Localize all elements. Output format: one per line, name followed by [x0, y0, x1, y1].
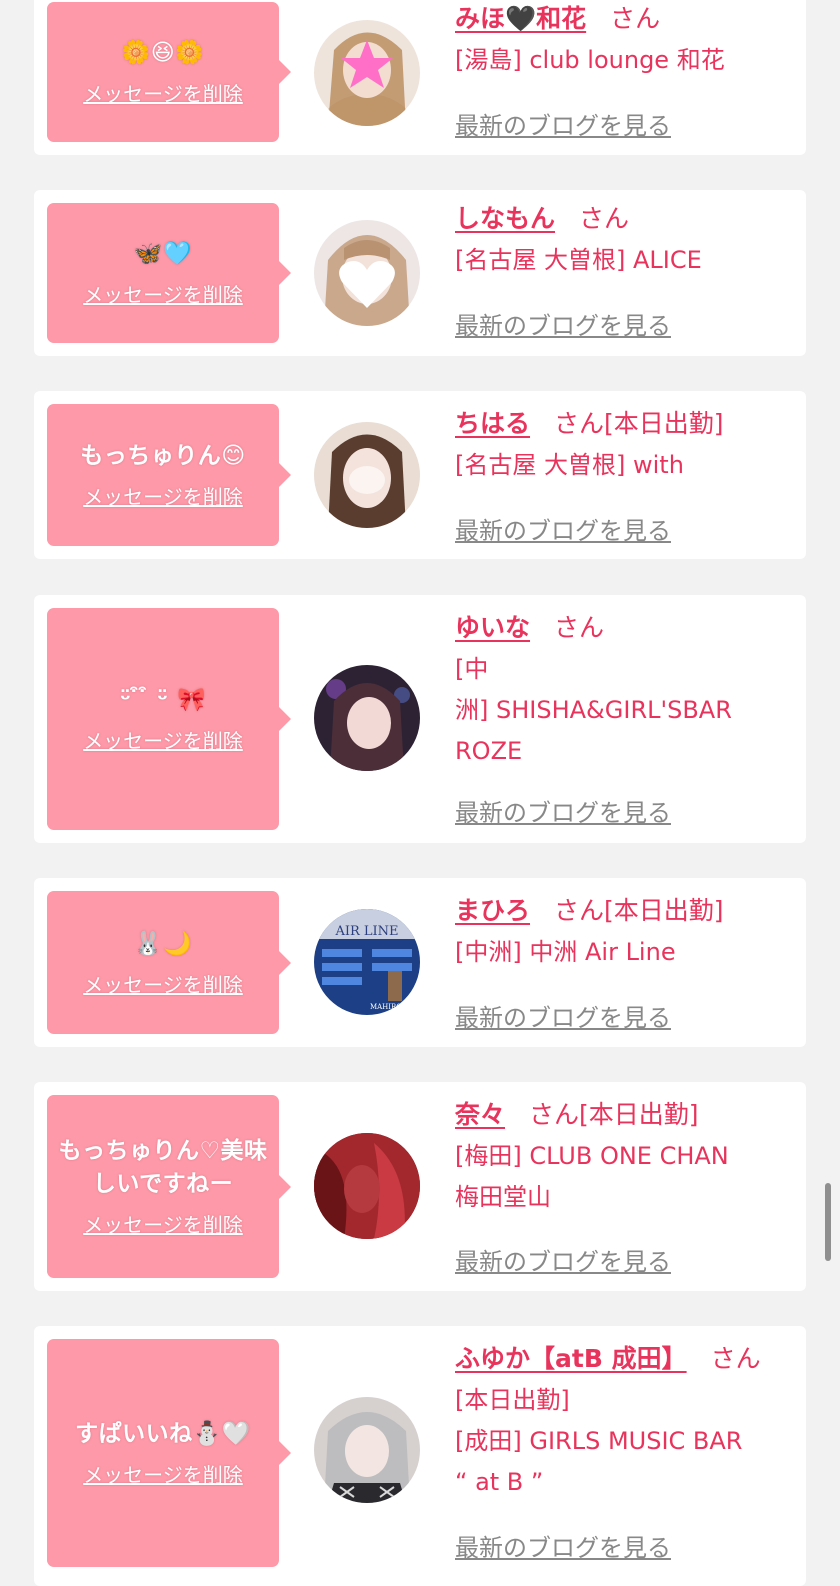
today-badge: [本日出勤] [604, 409, 724, 438]
latest-blog-link[interactable]: 最新のブログを見る [455, 306, 671, 341]
avatar[interactable]: AIR LINE MAHIRO [314, 909, 420, 1015]
honorific: さん [529, 1100, 580, 1129]
message-card: 🐰🌙 メッセージを削除 AIR LINE MAHIRO まひろ さん[本日出勤] … [34, 878, 806, 1047]
shop-name: [湯島] club lounge 和花 [455, 46, 725, 74]
avatar-card-title: AIR LINE [334, 924, 398, 939]
delete-message-link[interactable]: メッセージを削除 [83, 481, 243, 510]
delete-message-link[interactable]: メッセージを削除 [83, 279, 243, 308]
girl-name-link[interactable]: ゆいな [455, 613, 534, 642]
message-text: 🐰🌙 [133, 930, 193, 957]
message-text: ᵕ̈ ͒ ͒ ᵕ̈ 🎀 [119, 687, 207, 713]
latest-blog-link[interactable]: 最新のブログを見る [455, 106, 671, 141]
girl-info: みほ🖤和花 さん [湯島] club lounge 和花 [455, 2, 795, 81]
honorific: さん [554, 409, 605, 438]
avatar[interactable] [314, 1397, 420, 1503]
honorific: さん [610, 4, 661, 33]
message-text: すぱいいね⛄️🤍 [75, 1421, 251, 1447]
avatar[interactable] [314, 220, 420, 326]
honorific: さん [579, 204, 630, 233]
latest-blog-link[interactable]: 最新のブログを見る [455, 1528, 671, 1563]
message-card: もっちゅりん😊 メッセージを削除 ちはる さん[本日出勤] [名古屋 大曽根] w… [34, 391, 806, 559]
avatar[interactable] [314, 422, 420, 528]
girl-name-link[interactable]: ふゆか【atB 成田】 [455, 1344, 691, 1373]
delete-message-link[interactable]: メッセージを削除 [83, 1209, 243, 1238]
scrollbar[interactable] [825, 1183, 831, 1261]
latest-blog-link[interactable]: 最新のブログを見る [455, 998, 671, 1033]
message-bubble: 🌼😆🌼 メッセージを削除 [47, 2, 291, 142]
girl-info: 奈々 さん[本日出勤] [梅田] CLUB ONE CHAN 梅田堂山 [455, 1098, 795, 1218]
girl-name-link[interactable]: しなもん [455, 204, 559, 233]
message-bubble: もっちゅりん♡美味しいですねー メッセージを削除 [47, 1095, 291, 1278]
avatar[interactable] [314, 1133, 420, 1239]
message-card: すぱいいね⛄️🤍 メッセージを削除 ふゆか【atB 成田】 さん [本日出勤] [… [34, 1326, 806, 1586]
message-card: ᵕ̈ ͒ ͒ ᵕ̈ 🎀 メッセージを削除 ゆいな さん [中 洲] SHISHA&… [34, 595, 806, 843]
message-card: もっちゅりん♡美味しいですねー メッセージを削除 奈々 さん[本日出勤] [梅田]… [34, 1082, 806, 1291]
girl-info: まひろ さん[本日出勤] [中洲] 中洲 Air Line [455, 894, 795, 973]
message-bubble: もっちゅりん😊 メッセージを削除 [47, 404, 291, 546]
girl-name-link[interactable]: ちはる [455, 409, 534, 438]
girl-info: ゆいな さん [中 洲] SHISHA&GIRL'SBAR ROZE [455, 611, 795, 772]
honorific: さん [554, 613, 605, 642]
delete-message-link[interactable]: メッセージを削除 [83, 78, 243, 107]
avatar[interactable] [314, 20, 420, 126]
shop-name: [名古屋 大曽根] ALICE [455, 246, 702, 274]
shop-name: [中洲] 中洲 Air Line [455, 938, 676, 966]
message-card: 🦋🩵 メッセージを削除 しなもん さん [名古屋 大曽根] ALICE 最新のブロ… [34, 190, 806, 356]
delete-message-link[interactable]: メッセージを削除 [83, 969, 243, 998]
blur-sticker-icon [349, 466, 385, 494]
today-badge: [本日出勤] [579, 1100, 699, 1129]
message-text: 🌼😆🌼 [121, 40, 205, 66]
girl-info: ちはる さん[本日出勤] [名古屋 大曽根] with [455, 407, 795, 486]
shop-name: [名古屋 大曽根] with [455, 451, 684, 479]
message-bubble: すぱいいね⛄️🤍 メッセージを削除 [47, 1339, 291, 1567]
honorific: さん [710, 1344, 761, 1373]
delete-message-link[interactable]: メッセージを削除 [83, 725, 243, 754]
latest-blog-link[interactable]: 最新のブログを見る [455, 793, 671, 828]
message-bubble: 🦋🩵 メッセージを削除 [47, 203, 291, 343]
girl-info: ふゆか【atB 成田】 さん [本日出勤] [成田] GIRLS MUSIC BA… [455, 1342, 795, 1503]
girl-name-link[interactable]: みほ🖤和花 [455, 4, 590, 33]
avatar-card-subtitle: MAHIRO [370, 1003, 402, 1011]
girl-name-link[interactable]: まひろ [455, 896, 534, 925]
shop-name: [本日出勤] [成田] GIRLS MUSIC BAR “ at B ” [455, 1386, 743, 1496]
girl-info: しなもん さん [名古屋 大曽根] ALICE [455, 202, 795, 281]
message-text: もっちゅりん♡美味しいですねー [58, 1138, 268, 1197]
message-bubble: 🐰🌙 メッセージを削除 [47, 891, 291, 1034]
latest-blog-link[interactable]: 最新のブログを見る [455, 1242, 671, 1277]
girl-name-link[interactable]: 奈々 [455, 1100, 509, 1129]
message-bubble: ᵕ̈ ͒ ͒ ᵕ̈ 🎀 メッセージを削除 [47, 608, 291, 830]
latest-blog-link[interactable]: 最新のブログを見る [455, 511, 671, 546]
message-text: 🦋🩵 [133, 241, 193, 267]
honorific: さん [554, 896, 605, 925]
today-badge: [本日出勤] [604, 896, 724, 925]
shop-name: [中 洲] SHISHA&GIRL'SBAR ROZE [455, 655, 732, 765]
message-card: 🌼😆🌼 メッセージを削除 みほ🖤和花 さん [湯島] club lounge 和花… [34, 0, 806, 155]
avatar[interactable] [314, 665, 420, 771]
shop-name: [梅田] CLUB ONE CHAN 梅田堂山 [455, 1142, 729, 1211]
delete-message-link[interactable]: メッセージを削除 [83, 1459, 243, 1488]
message-text: もっちゅりん😊 [80, 443, 246, 469]
